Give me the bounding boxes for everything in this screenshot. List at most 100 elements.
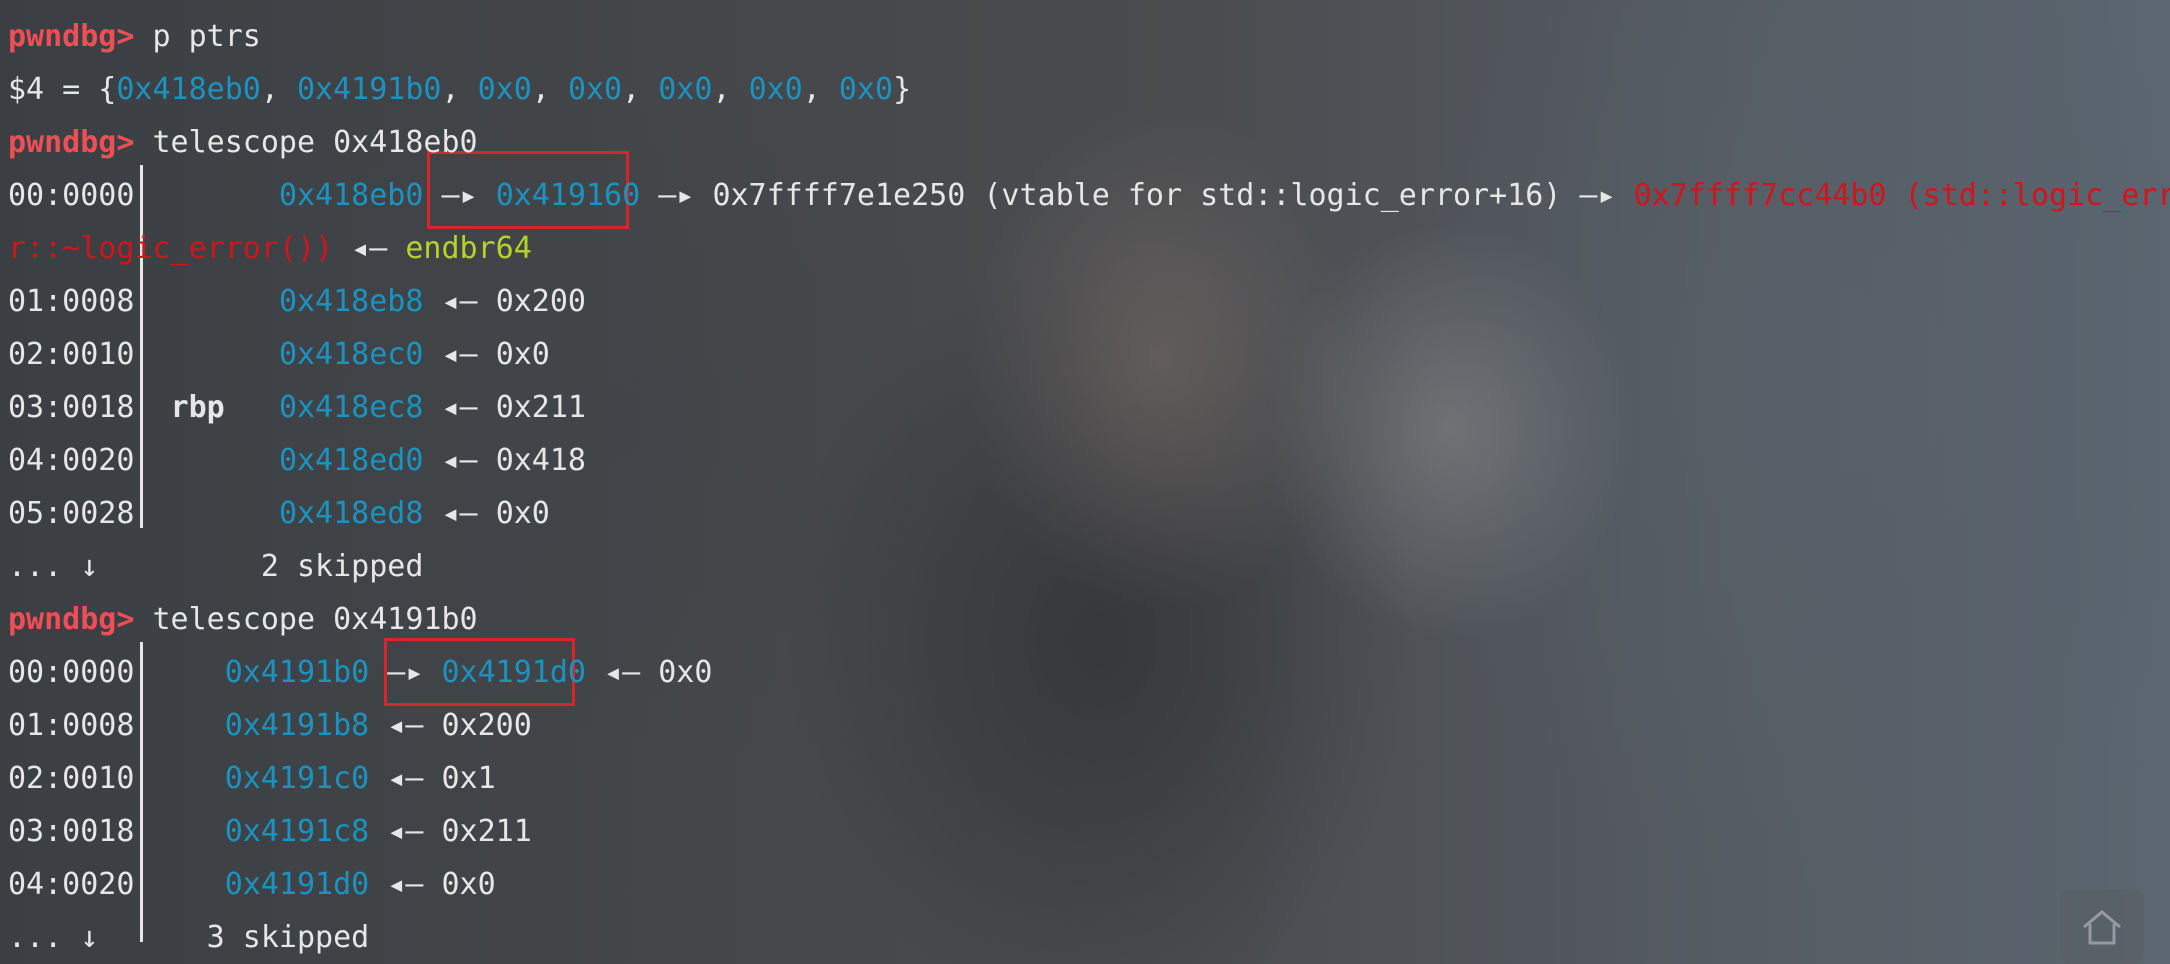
output-text: ◂— — [369, 708, 442, 743]
prompt-label: pwndbg> — [8, 602, 153, 637]
output-text: ... ↓ 3 skipped — [8, 920, 370, 955]
terminal-line: 03:0018 rbp 0x418ec8 ◂— 0x211 — [8, 381, 586, 434]
address-text: 0x4191c8 — [224, 814, 370, 849]
output-text: 0x1 — [441, 761, 496, 796]
output-text: 0x0 — [495, 337, 550, 372]
output-text: 0x211 — [441, 814, 532, 849]
output-text: —▸ — [423, 178, 496, 213]
output-text: 01:0008 — [8, 284, 171, 319]
terminal-line: pwndbg> p ptrs — [8, 10, 261, 63]
output-text: , — [441, 72, 478, 107]
terminal-line: 04:0020 0x418ed0 ◂— 0x418 — [8, 434, 586, 487]
output-text: endbr64 — [405, 231, 532, 266]
home-button[interactable] — [2060, 890, 2144, 964]
output-text: 04:0020 — [8, 443, 171, 478]
address-text: 0x419160 — [495, 178, 641, 213]
address-text: 0x0 — [477, 72, 532, 107]
terminal-line: ... ↓ 2 skipped — [8, 540, 423, 593]
output-text: 0x7ffff7cc44b0 (std::logic_erro — [1633, 178, 2170, 213]
terminal-output[interactable]: pwndbg> p ptrs $4 = {0x418eb0, 0x4191b0, … — [0, 0, 2170, 964]
address-text: 0x0 — [838, 72, 894, 107]
output-text: ◂— — [369, 761, 442, 796]
terminal-line: 02:0010 0x418ec0 ◂— 0x0 — [8, 328, 550, 381]
address-text: 0x418ec8 — [278, 390, 424, 425]
prompt-label: pwndbg> — [8, 125, 153, 160]
output-text: 0x200 — [441, 708, 532, 743]
terminal-line: r::~logic_error()) ◂— endbr64 — [8, 222, 532, 275]
output-text: ◂— — [423, 443, 496, 478]
output-text: 0x211 — [495, 390, 586, 425]
address-text: 0x418ec0 — [278, 337, 424, 372]
address-text: 0x418ed0 — [278, 443, 424, 478]
terminal-line: $4 = {0x418eb0, 0x4191b0, 0x0, 0x0, 0x0,… — [8, 63, 911, 116]
terminal-line: 00:0000 0x4191b0 —▸ 0x4191d0 ◂— 0x0 — [8, 646, 712, 699]
output-text: 04:0020 — [8, 867, 171, 902]
output-text: , — [802, 72, 839, 107]
output-text: 00:0000 — [8, 655, 171, 690]
output-text: ◂— — [586, 655, 659, 690]
output-text: ◂— — [423, 390, 496, 425]
terminal-line: 00:0000 0x418eb0 —▸ 0x419160 —▸ 0x7ffff7… — [8, 169, 2170, 222]
address-text: 0x4191d0 — [441, 655, 587, 690]
terminal-line: 01:0008 0x4191b8 ◂— 0x200 — [8, 699, 532, 752]
output-text: ◂— — [423, 284, 496, 319]
output-text: 03:0018 — [8, 390, 171, 425]
address-text: 0x418eb8 — [278, 284, 424, 319]
output-text: telescope 0x4191b0 — [152, 602, 478, 637]
address-text: 0x4191d0 — [224, 867, 370, 902]
terminal-line: ... ↓ 3 skipped — [8, 911, 369, 964]
output-text: 0x200 — [495, 284, 586, 319]
output-text: —▸ — [1561, 178, 1634, 213]
terminal-line: 04:0020 0x4191d0 ◂— 0x0 — [8, 858, 496, 911]
output-text: r::~logic_error()) — [8, 231, 334, 266]
output-text: rbp — [170, 390, 225, 425]
terminal-line: 05:0028 0x418ed8 ◂— 0x0 — [8, 487, 550, 540]
terminal-line: 02:0010 0x4191c0 ◂— 0x1 — [8, 752, 496, 805]
address-text: 0x0 — [748, 72, 803, 107]
output-text: p ptrs — [152, 19, 261, 54]
output-text: 05:0028 — [8, 496, 171, 531]
address-text: 0x0 — [658, 72, 713, 107]
prompt-label: pwndbg> — [8, 19, 153, 54]
output-text: —▸ — [640, 178, 713, 213]
output-text: 0x0 — [658, 655, 713, 690]
terminal-line: 03:0018 0x4191c8 ◂— 0x211 — [8, 805, 532, 858]
output-text: , — [622, 72, 659, 107]
address-text: 0x4191b0 — [297, 72, 442, 107]
output-text: ... ↓ 2 skipped — [8, 549, 424, 584]
output-text: 0x418 — [495, 443, 586, 478]
address-text: 0x418ed8 — [278, 496, 424, 531]
home-icon — [2083, 910, 2121, 945]
output-text: , — [531, 72, 568, 107]
output-text: } — [893, 72, 912, 107]
output-text: ◂— — [333, 231, 406, 266]
address-text: 0x418eb0 — [116, 72, 261, 107]
output-text: ◂— — [369, 814, 442, 849]
output-text: ◂— — [369, 867, 442, 902]
address-text: 0x418eb0 — [278, 178, 424, 213]
output-text: 02:0010 — [8, 337, 171, 372]
output-text: 0x0 — [495, 496, 550, 531]
output-text: —▸ — [369, 655, 442, 690]
output-text: ◂— — [423, 337, 496, 372]
address-text: 0x4191b0 — [224, 655, 370, 690]
output-text: , — [260, 72, 297, 107]
output-text: 0x0 — [441, 867, 496, 902]
output-text: 02:0010 — [8, 761, 171, 796]
output-text: telescope 0x418eb0 — [152, 125, 478, 160]
output-text: 0x7ffff7e1e250 (vtable for std::logic_er… — [712, 178, 1562, 213]
terminal-line: 01:0008 0x418eb8 ◂— 0x200 — [8, 275, 586, 328]
output-text: , — [712, 72, 749, 107]
output-text: ◂— — [423, 496, 496, 531]
output-text: $4 = { — [8, 72, 117, 107]
